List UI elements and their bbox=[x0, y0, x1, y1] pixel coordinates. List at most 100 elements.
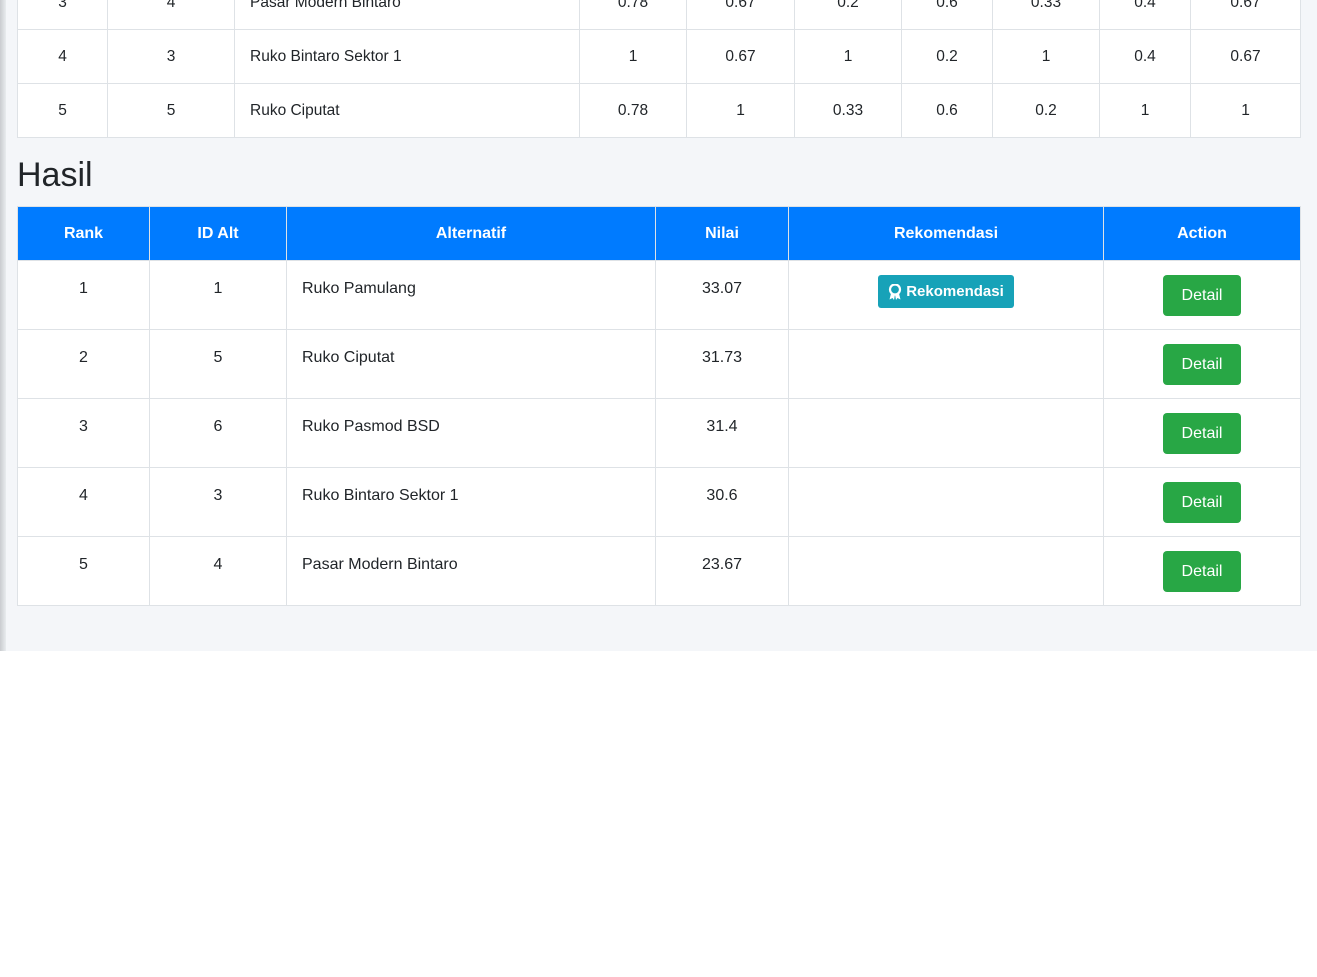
result-row: 1 1 Ruko Pamulang 33.07 Rekomendasi Detail bbox=[17, 260, 1301, 330]
row-number: 5 bbox=[17, 83, 108, 138]
rank-text: 2 bbox=[79, 349, 88, 366]
alternatif-cell: Ruko Bintaro Sektor 1 bbox=[286, 467, 656, 537]
normalized-value: 0.4 bbox=[1099, 29, 1191, 84]
normalized-value: 0.67 bbox=[1190, 0, 1301, 30]
nilai-cell: 31.4 bbox=[655, 398, 789, 468]
normalized-value: 0.78 bbox=[579, 0, 687, 30]
id-alt-cell: 1 bbox=[149, 260, 287, 330]
normalized-value: 0.67 bbox=[686, 0, 795, 30]
normalized-value: 0.2 bbox=[901, 29, 993, 84]
alternatif-text: Pasar Modern Bintaro bbox=[302, 556, 458, 573]
normalization-row: 5 5 Ruko Ciputat 0.78 1 0.33 0.6 0.2 1 1 bbox=[17, 83, 1301, 138]
result-row: 4 3 Ruko Bintaro Sektor 1 30.6 Detail bbox=[17, 467, 1301, 537]
action-cell: Detail bbox=[1103, 536, 1301, 606]
row-number: 4 bbox=[17, 29, 108, 84]
result-table-header-row: Rank ID Alt Alternatif Nilai Rekomendasi… bbox=[17, 206, 1301, 261]
id-alt-cell: 5 bbox=[149, 329, 287, 399]
id-alt-text: 4 bbox=[213, 556, 223, 573]
alternatif-text: Ruko Bintaro Sektor 1 bbox=[302, 487, 459, 504]
rekomendasi-label: Rekomendasi bbox=[906, 283, 1004, 300]
id-alt-cell: 3 bbox=[149, 467, 287, 537]
normalized-value: 1 bbox=[686, 83, 795, 138]
header-rank: Rank bbox=[17, 206, 150, 261]
action-cell: Detail bbox=[1103, 467, 1301, 537]
header-alternatif: Alternatif bbox=[286, 206, 656, 261]
content-wrapper: 3 4 Pasar Modern Bintaro 0.78 0.67 0.2 0.6 0.33… bbox=[6, 0, 1317, 651]
award-icon bbox=[888, 283, 902, 300]
normalized-value: 0.4 bbox=[1099, 0, 1191, 30]
normalized-value: 1 bbox=[1099, 83, 1191, 138]
normalized-value: 1 bbox=[579, 29, 687, 84]
alternative-name: Ruko Bintaro Sektor 1 bbox=[234, 29, 580, 84]
normalized-value: 0.2 bbox=[794, 0, 902, 30]
detail-button[interactable]: Detail bbox=[1163, 482, 1241, 523]
alternative-name: Pasar Modern Bintaro bbox=[234, 0, 580, 30]
header-action: Action bbox=[1103, 206, 1301, 261]
nilai-cell: 30.6 bbox=[655, 467, 789, 537]
rank-cell: 2 bbox=[17, 329, 150, 399]
normalized-value: 0.67 bbox=[686, 29, 795, 84]
alternatif-cell: Ruko Pamulang bbox=[286, 260, 656, 330]
nilai-cell: 31.73 bbox=[655, 329, 789, 399]
rank-text: 1 bbox=[79, 280, 88, 297]
nilai-cell: 23.67 bbox=[655, 536, 789, 606]
header-nilai: Nilai bbox=[655, 206, 789, 261]
rekomendasi-cell bbox=[788, 467, 1104, 537]
nilai-text: 31.4 bbox=[706, 418, 738, 435]
normalized-value: 0.33 bbox=[794, 83, 902, 138]
normalized-value: 0.78 bbox=[579, 83, 687, 138]
id-alt-text: 1 bbox=[213, 280, 223, 297]
result-row: 5 4 Pasar Modern Bintaro 23.67 Detail bbox=[17, 536, 1301, 606]
rekomendasi-cell bbox=[788, 329, 1104, 399]
alternative-id: 3 bbox=[107, 29, 235, 84]
rekomendasi-cell: Rekomendasi bbox=[788, 260, 1104, 330]
alternatif-text: Ruko Pamulang bbox=[302, 280, 416, 297]
normalized-value: 1 bbox=[794, 29, 902, 84]
header-rekomendasi: Rekomendasi bbox=[788, 206, 1104, 261]
rekomendasi-badge: Rekomendasi bbox=[878, 275, 1014, 308]
normalization-table-body: 3 4 Pasar Modern Bintaro 0.78 0.67 0.2 0.6 0.33… bbox=[17, 0, 1301, 138]
normalized-value: 0.67 bbox=[1190, 29, 1301, 84]
rank-text: 4 bbox=[79, 487, 88, 504]
nilai-text: 31.73 bbox=[701, 349, 743, 366]
alternative-id: 5 bbox=[107, 83, 235, 138]
normalized-value: 1 bbox=[1190, 83, 1301, 138]
id-alt-cell: 4 bbox=[149, 536, 287, 606]
rank-cell: 5 bbox=[17, 536, 150, 606]
nilai-text: 23.67 bbox=[701, 556, 743, 573]
alternative-name: Ruko Ciputat bbox=[234, 83, 580, 138]
nilai-text: 33.07 bbox=[701, 280, 743, 297]
detail-button[interactable]: Detail bbox=[1163, 551, 1241, 592]
id-alt-text: 3 bbox=[213, 487, 223, 504]
section-title-hasil: Hasil bbox=[17, 156, 93, 194]
id-alt-text: 5 bbox=[213, 349, 223, 366]
row-number: 3 bbox=[17, 0, 108, 30]
normalized-value: 0.6 bbox=[901, 83, 993, 138]
detail-button[interactable]: Detail bbox=[1163, 413, 1241, 454]
normalized-value: 1 bbox=[992, 29, 1100, 84]
result-row: 3 6 Ruko Pasmod BSD 31.4 Detail bbox=[17, 398, 1301, 468]
header-id-alt: ID Alt bbox=[149, 206, 287, 261]
id-alt-cell: 6 bbox=[149, 398, 287, 468]
normalized-value: 0.2 bbox=[992, 83, 1100, 138]
normalization-row: 4 3 Ruko Bintaro Sektor 1 1 0.67 1 0.2 1 0.4 0.67 bbox=[17, 29, 1301, 84]
rank-text: 5 bbox=[79, 556, 88, 573]
rank-text: 3 bbox=[79, 418, 88, 435]
alternative-id: 4 bbox=[107, 0, 235, 30]
rank-cell: 4 bbox=[17, 467, 150, 537]
result-row: 2 5 Ruko Ciputat 31.73 Detail bbox=[17, 329, 1301, 399]
action-cell: Detail bbox=[1103, 260, 1301, 330]
rank-cell: 1 bbox=[17, 260, 150, 330]
normalized-value: 0.33 bbox=[992, 0, 1100, 30]
rank-cell: 3 bbox=[17, 398, 150, 468]
alternatif-cell: Ruko Pasmod BSD bbox=[286, 398, 656, 468]
alternatif-text: Ruko Ciputat bbox=[302, 349, 395, 366]
result-table-body: 1 1 Ruko Pamulang 33.07 Rekomendasi Detail 2 5 R… bbox=[17, 260, 1301, 606]
detail-button[interactable]: Detail bbox=[1163, 275, 1241, 316]
rekomendasi-cell bbox=[788, 536, 1104, 606]
result-table: Rank ID Alt Alternatif Nilai Rekomendasi… bbox=[17, 206, 1301, 606]
normalization-row: 3 4 Pasar Modern Bintaro 0.78 0.67 0.2 0.6 0.33… bbox=[17, 0, 1301, 30]
detail-button[interactable]: Detail bbox=[1163, 344, 1241, 385]
action-cell: Detail bbox=[1103, 329, 1301, 399]
nilai-cell: 33.07 bbox=[655, 260, 789, 330]
